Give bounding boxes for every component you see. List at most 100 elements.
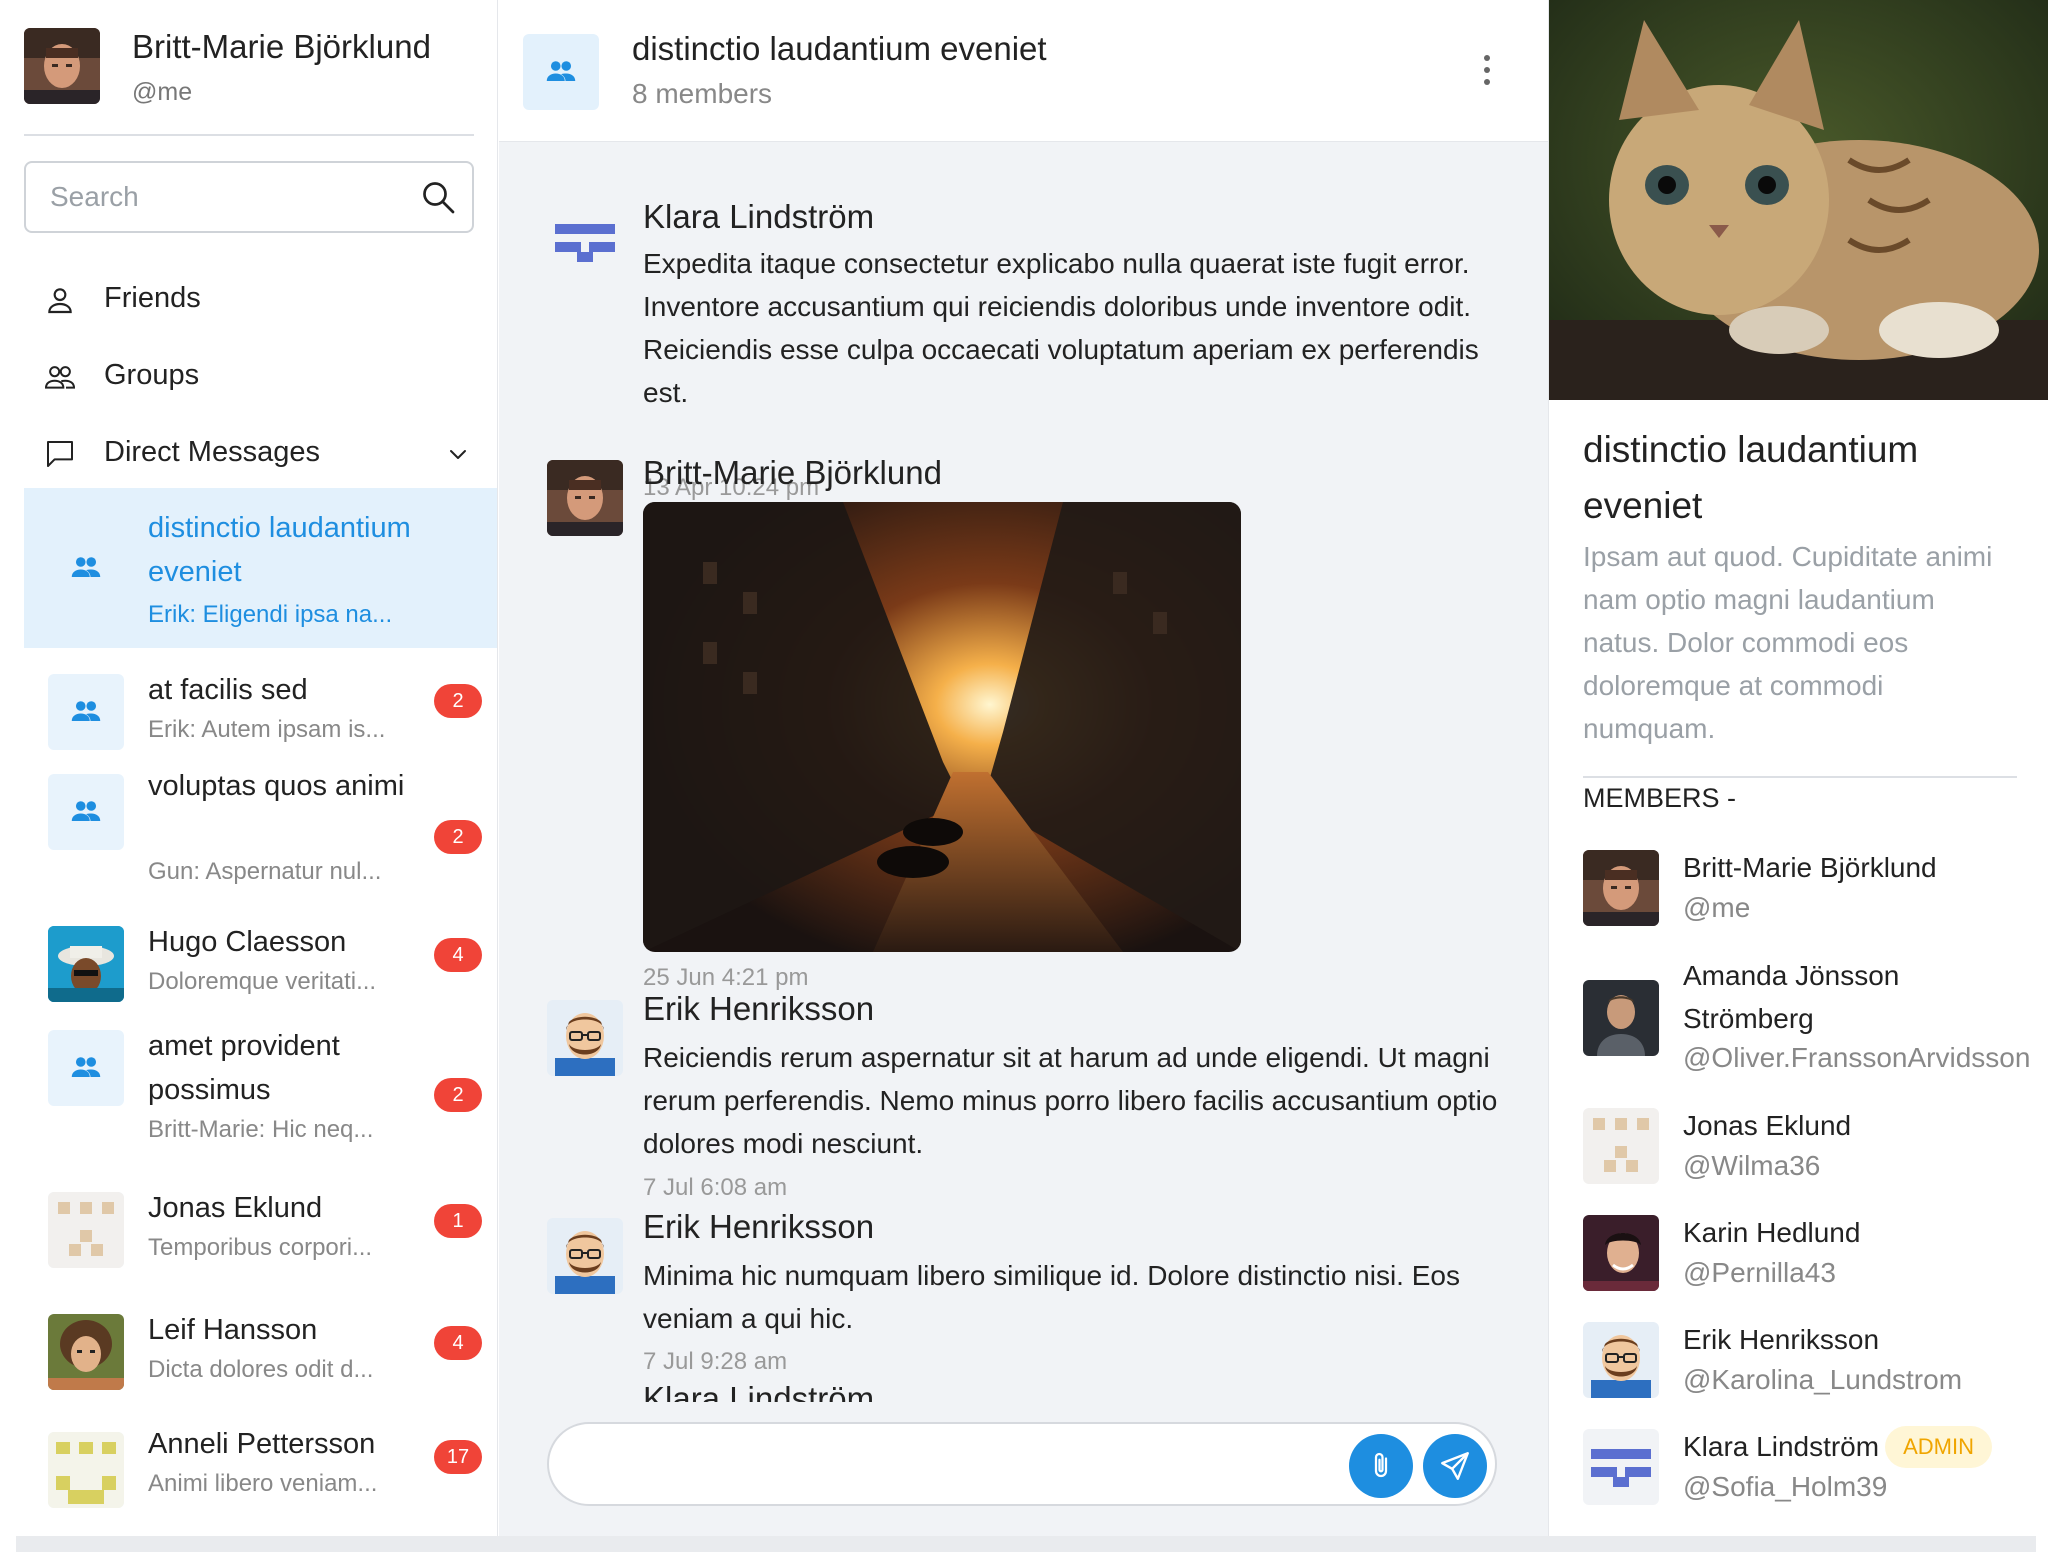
avatar	[1583, 850, 1659, 926]
conversation-item[interactable]: amet provident possimus Britt-Marie: Hic…	[24, 1030, 497, 1200]
message-time: 25 Jun 4:21 pm	[643, 964, 809, 991]
message: Klara Lindström Expedita itaque consecte…	[547, 198, 1487, 501]
group-icon	[48, 530, 124, 606]
message: Erik Henriksson Minima hic numquam liber…	[547, 1208, 1487, 1375]
chat-member-count: 8 members	[632, 78, 773, 109]
conversation-list: distinctio laudantium eveniet Erik: Elig…	[24, 488, 497, 1512]
unread-badge: 2	[434, 1078, 482, 1112]
member-name: Klara Lindström	[1683, 1431, 1880, 1462]
message-author: Klara Lindström	[643, 198, 875, 235]
conversation-item[interactable]: at facilis sed Erik: Autem ipsam is... 2	[24, 648, 497, 764]
conversation-preview: Animi libero veniam...	[148, 1470, 378, 1497]
member-name: Jonas Eklund	[1683, 1110, 1852, 1141]
admin-badge: ADMIN	[1885, 1426, 1992, 1468]
conversation-title: Hugo Claesson	[148, 926, 347, 958]
unread-badge: 2	[434, 684, 482, 718]
conversation-item[interactable]: Leif Hansson Dicta dolores odit d... 4	[24, 1314, 497, 1432]
paperclip-icon	[1374, 1452, 1388, 1478]
avatar[interactable]	[24, 28, 100, 104]
message-image[interactable]	[643, 502, 1241, 952]
current-user-name: Britt-Marie Björklund	[132, 28, 431, 65]
conversation-title: Leif Hansson	[148, 1314, 318, 1346]
avatar[interactable]	[547, 1218, 623, 1294]
chevron-down-icon[interactable]	[446, 442, 470, 466]
conversation-preview: Dicta dolores odit d...	[148, 1356, 374, 1383]
members-heading: MEMBERS -	[1583, 783, 1737, 813]
conversation-title: amet provident possimus	[148, 1030, 340, 1106]
message-author: Erik Henriksson	[643, 1208, 875, 1245]
search-icon[interactable]	[420, 179, 456, 215]
unread-badge: 4	[434, 938, 482, 972]
chat-title: distinctio laudantium eveniet	[632, 30, 1047, 67]
message: Klara Lindström	[547, 1380, 1487, 1402]
conversation-title: distinctio laudantium eveniet	[148, 512, 411, 588]
user-icon	[48, 288, 72, 314]
send-icon	[1441, 1452, 1469, 1480]
avatar[interactable]	[547, 1000, 623, 1076]
group-icon	[48, 1030, 124, 1106]
unread-badge: 4	[434, 1326, 482, 1360]
conversation-item[interactable]: Jonas Eklund Temporibus corpori... 1	[24, 1192, 497, 1316]
current-user-header: Britt-Marie Björklund @me	[24, 28, 474, 136]
conversation-title: Jonas Eklund	[148, 1192, 323, 1224]
attach-button[interactable]	[1349, 1434, 1413, 1498]
avatar	[1583, 1108, 1659, 1184]
avatar	[1583, 980, 1659, 1056]
users-icon	[44, 366, 76, 389]
divider	[1583, 776, 2017, 778]
avatar[interactable]	[547, 460, 623, 536]
nav-direct-messages[interactable]: Direct Messages	[24, 424, 484, 484]
nav-groups-label: Groups	[104, 359, 200, 391]
nav-friends[interactable]: Friends	[24, 270, 484, 330]
avatar	[48, 1192, 124, 1268]
group-info-panel: distinctio laudantium eveniet Ipsam aut …	[1548, 0, 2048, 1536]
current-user-handle: @me	[132, 78, 193, 106]
message-composer	[547, 1422, 1497, 1506]
conversation-preview: Doloremque veritati...	[148, 968, 377, 995]
unread-badge: 2	[434, 820, 482, 854]
member-handle: @Karolina_Lundstrom	[1683, 1364, 1963, 1395]
member-name: Amanda Jönsson Strömberg	[1683, 960, 1900, 1034]
conversation-item[interactable]: Anneli Pettersson Animi libero veniam...…	[24, 1428, 497, 1512]
unread-badge: 1	[434, 1204, 482, 1238]
avatar	[48, 1314, 124, 1390]
search-box	[24, 161, 474, 233]
conversation-title: at facilis sed	[148, 674, 308, 706]
nav-groups[interactable]: Groups	[24, 347, 484, 407]
send-button[interactable]	[1423, 1434, 1487, 1498]
avatar[interactable]	[547, 204, 623, 280]
chat-header: distinctio laudantium eveniet 8 members	[499, 0, 1548, 142]
member-handle: @Wilma36	[1683, 1150, 1821, 1181]
conversation-item[interactable]: distinctio laudantium eveniet Erik: Elig…	[24, 488, 497, 648]
horizontal-scrollbar[interactable]	[16, 1536, 2036, 1552]
message-time: 7 Jul 6:08 am	[643, 1174, 788, 1201]
message-time: 7 Jul 9:28 am	[643, 1348, 788, 1375]
message-text: Expedita itaque consectetur explicabo nu…	[643, 248, 1479, 408]
unread-badge: 17	[434, 1440, 482, 1474]
conversation-preview: Erik: Eligendi ipsa na...	[148, 601, 393, 628]
conversation-title: voluptas quos animi	[148, 770, 405, 802]
conversation-preview: Temporibus corpori...	[148, 1234, 373, 1261]
conversation-item[interactable]: Hugo Claesson Doloremque veritati... 4	[24, 924, 497, 1040]
nav-friends-label: Friends	[104, 282, 201, 314]
member-name: Erik Henriksson	[1683, 1324, 1880, 1355]
conversation-item[interactable]: voluptas quos animi Gun: Aspernatur nul.…	[24, 764, 497, 924]
member-handle: @me	[1683, 892, 1751, 923]
message-author: Erik Henriksson	[643, 990, 875, 1027]
member-handle: @Sofia_Holm39	[1683, 1471, 1888, 1502]
group-icon	[523, 34, 599, 110]
left-sidebar: Britt-Marie Björklund @me Friends Groups…	[0, 0, 498, 1536]
member-name: Britt-Marie Björklund	[1683, 852, 1937, 883]
avatar	[1583, 1215, 1659, 1291]
member-handle: @Pernilla43	[1683, 1257, 1836, 1288]
avatar	[1583, 1429, 1659, 1505]
group-cover-image	[1549, 0, 2048, 400]
more-options-icon[interactable]	[1479, 52, 1495, 88]
member-name: Karin Hedlund	[1683, 1217, 1861, 1248]
search-input[interactable]	[26, 163, 406, 231]
chat-panel: distinctio laudantium eveniet 8 members …	[499, 0, 1548, 1536]
conversation-preview: Britt-Marie: Hic neq...	[148, 1116, 374, 1143]
message-input[interactable]	[579, 1432, 1339, 1496]
message-icon	[47, 441, 73, 467]
group-icon	[48, 674, 124, 750]
